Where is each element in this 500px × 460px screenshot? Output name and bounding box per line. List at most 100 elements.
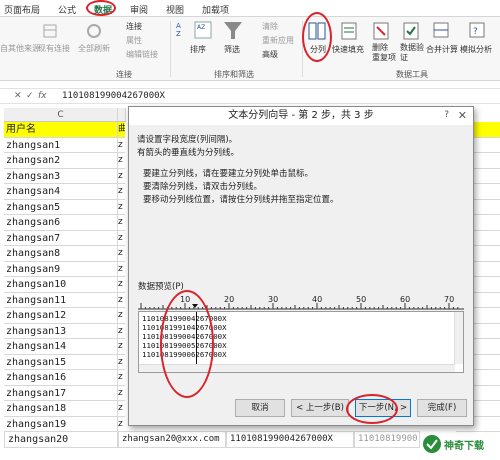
table-row[interactable]: zhangsan4: [4, 184, 118, 200]
data-preview-label: 数据预览(P): [138, 282, 184, 292]
reapply-button[interactable]: 重新应用: [262, 35, 294, 46]
dialog-tip-2: 要清除分列线，请双击分列线。: [143, 182, 263, 192]
existing-connections-button[interactable]: 现有连接: [38, 43, 70, 54]
tab-view[interactable]: 视图: [166, 3, 184, 16]
table-row[interactable]: zhangsan3: [4, 168, 118, 184]
table-cell[interactable]: z: [118, 417, 125, 432]
consolidate-button[interactable]: 合并计算: [426, 44, 458, 55]
table-row[interactable]: zhangsan11: [4, 292, 118, 308]
group-label-connections: 连接: [116, 70, 132, 79]
help-icon[interactable]: ?: [444, 110, 449, 120]
vertical-scrollbar[interactable]: [454, 312, 463, 364]
table-row[interactable]: zhangsan19: [4, 416, 118, 432]
preview-line: 110108199006267000X: [142, 350, 227, 359]
finish-button[interactable]: 完成(F): [417, 399, 467, 417]
table-cell[interactable]: z: [118, 138, 125, 153]
column-break-line[interactable]: [196, 312, 197, 372]
table-cell[interactable]: z: [118, 231, 125, 246]
data-validation-button[interactable]: 数据验 证: [400, 43, 424, 63]
tab-formulas[interactable]: 公式: [58, 3, 76, 16]
table-cell[interactable]: z: [118, 153, 125, 169]
tab-addins[interactable]: 加载项: [202, 3, 229, 16]
next-button[interactable]: 下一步(N) >: [355, 399, 411, 417]
advanced-button[interactable]: 高级: [262, 49, 278, 60]
table-row[interactable]: zhangsan12: [4, 308, 118, 324]
ribbon-separator: [170, 21, 171, 77]
cell-email-last[interactable]: zhangsan20@xxx.com: [118, 431, 226, 448]
table-cell[interactable]: z: [118, 339, 125, 355]
table-row[interactable]: zhangsan16: [4, 370, 118, 386]
table-row[interactable]: zhangsan18: [4, 401, 118, 417]
table-row[interactable]: zhangsan9: [4, 261, 118, 277]
filter-button[interactable]: 筛选: [224, 44, 240, 55]
table-cell[interactable]: z: [118, 308, 125, 324]
table-row[interactable]: zhangsan15: [4, 354, 118, 370]
table-row[interactable]: zhangsan5: [4, 199, 118, 215]
table-row[interactable]: zhangsan10: [4, 277, 118, 293]
table-row[interactable]: zhangsan13: [4, 323, 118, 339]
column-header-d[interactable]: [118, 108, 126, 122]
table-row[interactable]: zhangsan1: [4, 137, 118, 153]
group-label-sort-filter: 排序和筛选: [214, 70, 254, 79]
dialog-tip-3: 要移动分列线位置，请按住分列线并拖至指定位置。: [143, 195, 339, 205]
table-cell[interactable]: z: [118, 386, 125, 401]
table-cell[interactable]: z: [118, 277, 125, 293]
table-cell[interactable]: z: [118, 184, 125, 200]
consolidate-icon: [433, 22, 449, 38]
table-row[interactable]: zhangsan2: [4, 153, 118, 169]
cancel-icon[interactable]: ✕: [14, 91, 22, 101]
horizontal-scrollbar[interactable]: [139, 364, 455, 372]
table-row[interactable]: zhangsan7: [4, 230, 118, 246]
text-to-columns-button[interactable]: 分列: [310, 44, 326, 55]
remove-duplicates-button[interactable]: 删除 重复项: [372, 43, 396, 63]
table-cell[interactable]: z: [118, 262, 125, 277]
ruler-label: 70: [444, 295, 455, 304]
ruler-label: 40: [312, 295, 323, 304]
tab-review[interactable]: 审阅: [130, 3, 148, 16]
table-cell[interactable]: z: [118, 246, 125, 262]
formula-bar: ✕ ✓ fx 110108199004267000X: [0, 88, 500, 104]
sort-button[interactable]: 排序: [190, 44, 206, 55]
table-cell[interactable]: z: [118, 200, 125, 215]
refresh-all-button[interactable]: 全部刷新: [78, 43, 110, 54]
back-button[interactable]: < 上一步(B): [291, 399, 349, 417]
what-if-analysis-button[interactable]: 模拟分析: [460, 44, 492, 55]
cell-user-last[interactable]: zhangsan20: [4, 431, 118, 448]
cell-id-last[interactable]: 110108199004267000X: [226, 431, 354, 448]
tab-page-layout[interactable]: 页面布局: [4, 3, 40, 16]
text-to-columns-icon: [308, 22, 326, 40]
tab-data[interactable]: 数据: [94, 3, 112, 16]
table-row[interactable]: zhangsan8: [4, 246, 118, 262]
close-icon[interactable]: ✕: [458, 109, 467, 122]
cell-split-last[interactable]: 11010819900: [354, 431, 420, 448]
ribbon-separator: [302, 21, 303, 77]
table-cell[interactable]: z: [118, 215, 125, 231]
existing-connections-icon: [43, 24, 57, 38]
edit-links-button[interactable]: 编辑链接: [126, 49, 158, 60]
table-row[interactable]: zhangsan14: [4, 339, 118, 355]
confirm-icon[interactable]: ✓: [26, 91, 34, 101]
table-cell[interactable]: z: [118, 401, 125, 417]
formula-input[interactable]: 110108199004267000X: [62, 91, 165, 101]
data-preview-box[interactable]: 110108199004267000X 110108199104267000X …: [138, 311, 464, 373]
table-cell[interactable]: z: [118, 169, 125, 184]
table-cell[interactable]: z: [118, 293, 125, 308]
column-ruler[interactable]: 10 20 30 40 50 60 70: [138, 295, 464, 311]
from-other-sources-button[interactable]: 自其他来源: [0, 43, 40, 54]
connections-button[interactable]: 连接: [126, 21, 142, 32]
fx-icon[interactable]: fx: [38, 91, 47, 101]
table-cell[interactable]: z: [118, 324, 125, 339]
clear-button[interactable]: 清除: [262, 21, 278, 32]
properties-button[interactable]: 属性: [126, 35, 142, 46]
ruler-label: 10: [180, 295, 191, 304]
cancel-button[interactable]: 取消: [235, 399, 285, 417]
table-cell[interactable]: z: [118, 370, 125, 386]
table-cell[interactable]: z: [118, 355, 125, 370]
dialog-tip-1: 要建立分列线，请在要建立分列处单击鼠标。: [143, 169, 314, 179]
header-cell-col2[interactable]: 曲: [118, 122, 125, 138]
table-row[interactable]: zhangsan6: [4, 215, 118, 231]
header-cell-username[interactable]: 用户名: [4, 122, 118, 138]
column-header-c[interactable]: C: [4, 108, 118, 122]
flash-fill-button[interactable]: 快速填充: [332, 44, 364, 55]
table-row[interactable]: zhangsan17: [4, 385, 118, 401]
